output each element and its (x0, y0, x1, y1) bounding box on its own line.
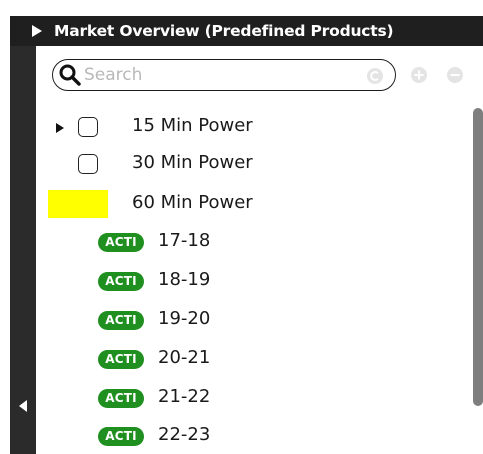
scroll-thumb[interactable] (473, 108, 483, 406)
contract-label: 20-21 (158, 347, 211, 368)
status-badge: ACTI (98, 389, 144, 408)
search-field[interactable] (52, 59, 396, 91)
panel-title: Market Overview (Predefined Products) (54, 22, 394, 40)
add-icon[interactable] (411, 67, 427, 83)
status-badge: ACTI (98, 350, 144, 369)
contract-row[interactable]: ACTI 21-22 (40, 380, 470, 416)
tree-item-label: 30 Min Power (132, 152, 253, 173)
tree-item-label: 60 Min Power (132, 192, 253, 213)
contract-label: 18-19 (158, 269, 211, 290)
tree-item-15-min-power[interactable]: 15 Min Power (40, 109, 470, 145)
status-badge: ACTI (98, 272, 144, 291)
status-badge: ACTI (98, 233, 144, 252)
contract-row[interactable]: ACTI 19-20 (40, 302, 470, 338)
contract-label: 17-18 (158, 230, 211, 251)
vertical-scrollbar[interactable] (473, 104, 483, 454)
clear-icon[interactable] (367, 68, 383, 84)
contract-row[interactable]: ACTI 22-23 (40, 418, 470, 454)
panel-title-bar[interactable]: Market Overview (Predefined Products) (10, 16, 483, 46)
tree-item-label: 15 Min Power (132, 115, 253, 136)
contract-label: 22-23 (158, 424, 211, 445)
contract-label: 19-20 (158, 308, 211, 329)
search-input[interactable] (82, 65, 354, 85)
contract-row[interactable]: ACTI 17-18 (40, 224, 470, 260)
side-collapse-strip[interactable] (10, 46, 36, 454)
highlight-marker (48, 190, 108, 218)
remove-icon[interactable] (447, 67, 463, 83)
checkbox[interactable] (78, 154, 98, 174)
status-badge: ACTI (98, 427, 144, 446)
triangle-right-icon[interactable] (56, 123, 64, 133)
contract-row[interactable]: ACTI 20-21 (40, 341, 470, 377)
checkbox[interactable] (78, 117, 98, 137)
search-icon (59, 64, 81, 86)
triangle-left-icon[interactable] (19, 400, 27, 412)
contract-row[interactable]: ACTI 18-19 (40, 263, 470, 299)
tree-item-60-min-power[interactable]: 60 Min Power (40, 186, 470, 222)
tree-item-30-min-power[interactable]: 30 Min Power (40, 146, 470, 182)
contract-label: 21-22 (158, 386, 211, 407)
status-badge: ACTI (98, 311, 144, 330)
triangle-right-icon[interactable] (32, 25, 42, 37)
